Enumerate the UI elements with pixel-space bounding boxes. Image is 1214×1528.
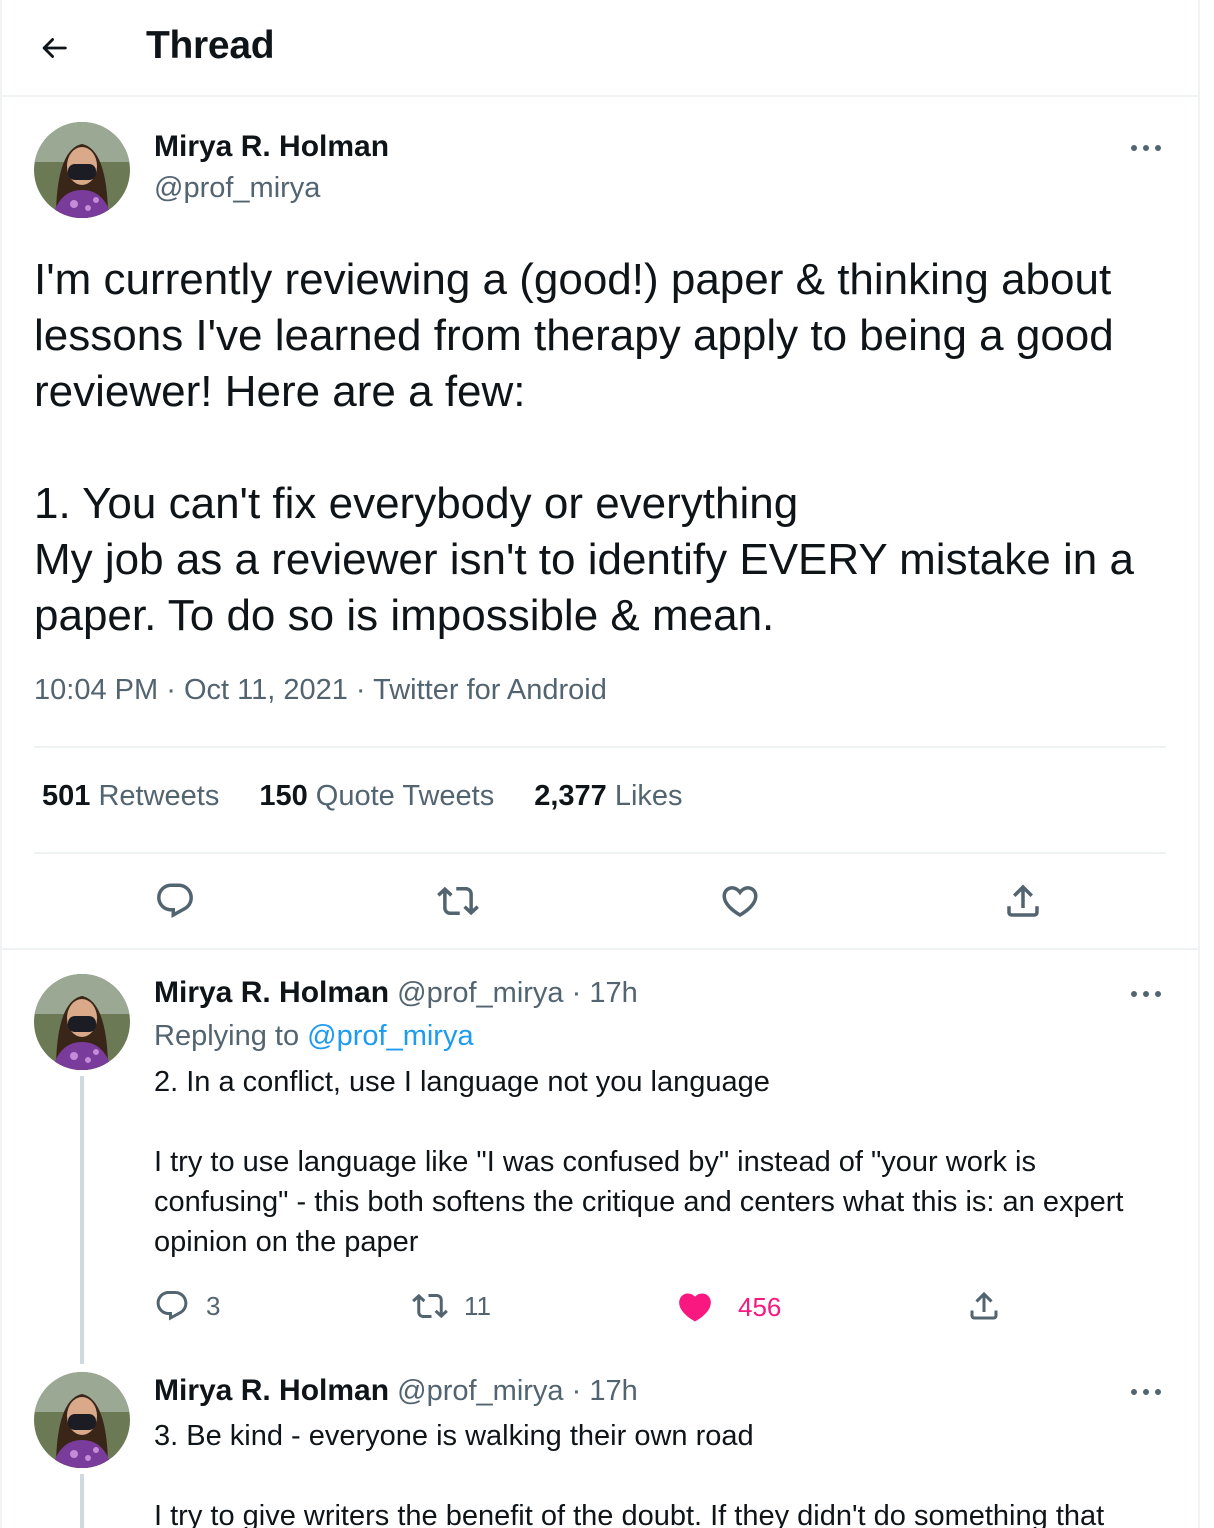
tweet-stats: 501 Retweets 150 Quote Tweets 2,377 Like… — [42, 780, 683, 813]
replying-to-handle[interactable]: @prof_mirya — [307, 1020, 473, 1052]
divider — [0, 948, 1200, 950]
reply-button[interactable] — [154, 880, 196, 922]
quote-tweets-label: Quote Tweets — [315, 780, 495, 812]
likes-count: 2,377 — [534, 780, 607, 812]
reply-text: 2. In a conflict, use I language not you… — [154, 1066, 1124, 1258]
share-icon — [1007, 884, 1039, 917]
divider — [34, 746, 1166, 748]
avatar-image — [34, 1372, 130, 1468]
tweet-date[interactable]: Oct 11, 2021 — [184, 674, 348, 706]
reply-author-name[interactable]: Mirya R. Holman — [154, 1374, 389, 1407]
like-icon — [722, 886, 758, 918]
page-header: Thread — [0, 0, 1200, 97]
meta-separator: · — [355, 674, 366, 706]
likes-label: Likes — [614, 780, 683, 812]
back-arrow-icon — [42, 38, 67, 58]
like-button[interactable] — [719, 880, 761, 922]
reply-header: Mirya R. Holman @prof_mirya · 17h — [154, 1374, 638, 1408]
back-button[interactable] — [30, 24, 78, 72]
reply-time[interactable]: · 17h — [572, 1375, 638, 1407]
share-button[interactable] — [1002, 880, 1044, 922]
reply-header: Mirya R. Holman @prof_mirya · 17h — [154, 976, 638, 1010]
like-button[interactable]: 456 — [676, 1288, 781, 1326]
reply-icon — [156, 1291, 188, 1321]
retweet-icon — [437, 886, 479, 916]
avatar-image — [34, 974, 130, 1070]
more-button[interactable] — [1126, 1372, 1166, 1412]
avatar[interactable] — [34, 122, 130, 218]
more-icon — [1131, 1389, 1161, 1395]
tweet-text: I'm currently reviewing a (good!) paper … — [34, 255, 1134, 640]
likes-stat[interactable]: 2,377 Likes — [534, 780, 682, 813]
reply-author-handle[interactable]: @prof_mirya — [397, 977, 563, 1009]
more-button[interactable] — [1126, 128, 1166, 168]
avatar[interactable] — [34, 974, 130, 1070]
reply-button[interactable]: 3 — [154, 1288, 220, 1324]
retweets-label: Retweets — [98, 780, 220, 812]
retweet-count: 11 — [464, 1290, 491, 1321]
quote-tweets-stat[interactable]: 150 Quote Tweets — [259, 780, 494, 813]
retweet-button[interactable]: 11 — [412, 1288, 491, 1324]
replying-to-label: Replying to — [154, 1020, 300, 1052]
reply-author-name[interactable]: Mirya R. Holman — [154, 976, 389, 1009]
reply-text: 3. Be kind - everyone is walking their o… — [154, 1420, 1105, 1528]
reply-time[interactable]: · 17h — [572, 977, 638, 1009]
quote-tweets-count: 150 — [259, 780, 308, 812]
liked-heart-icon — [679, 1293, 711, 1322]
meta-separator: · — [166, 674, 176, 706]
reply-author-handle[interactable]: @prof_mirya — [397, 1375, 563, 1407]
more-icon — [1131, 991, 1161, 997]
retweets-stat[interactable]: 501 Retweets — [42, 780, 219, 813]
author-handle[interactable]: @prof_mirya — [154, 172, 320, 205]
avatar-image — [34, 122, 130, 218]
author-name[interactable]: Mirya R. Holman — [154, 130, 389, 164]
reply-count: 3 — [206, 1290, 221, 1321]
retweets-count: 501 — [42, 780, 91, 812]
reply-icon — [157, 883, 193, 918]
retweet-button[interactable] — [437, 880, 479, 922]
share-button[interactable] — [966, 1288, 1002, 1324]
share-icon — [970, 1291, 998, 1320]
tweet-meta: 10:04 PM · Oct 11, 2021 · Twitter for An… — [34, 674, 607, 707]
page-title: Thread — [146, 24, 275, 67]
divider — [34, 852, 1166, 854]
replying-to: Replying to @prof_mirya — [154, 1020, 474, 1053]
tweet-source[interactable]: Twitter for Android — [373, 674, 607, 706]
more-button[interactable] — [1126, 974, 1166, 1014]
like-count: 456 — [738, 1291, 782, 1322]
thread-line — [80, 1474, 84, 1528]
thread-line — [80, 1076, 84, 1364]
more-icon — [1131, 145, 1161, 151]
tweet-time[interactable]: 10:04 PM — [34, 674, 158, 706]
avatar[interactable] — [34, 1372, 130, 1468]
retweet-icon — [412, 1293, 448, 1319]
